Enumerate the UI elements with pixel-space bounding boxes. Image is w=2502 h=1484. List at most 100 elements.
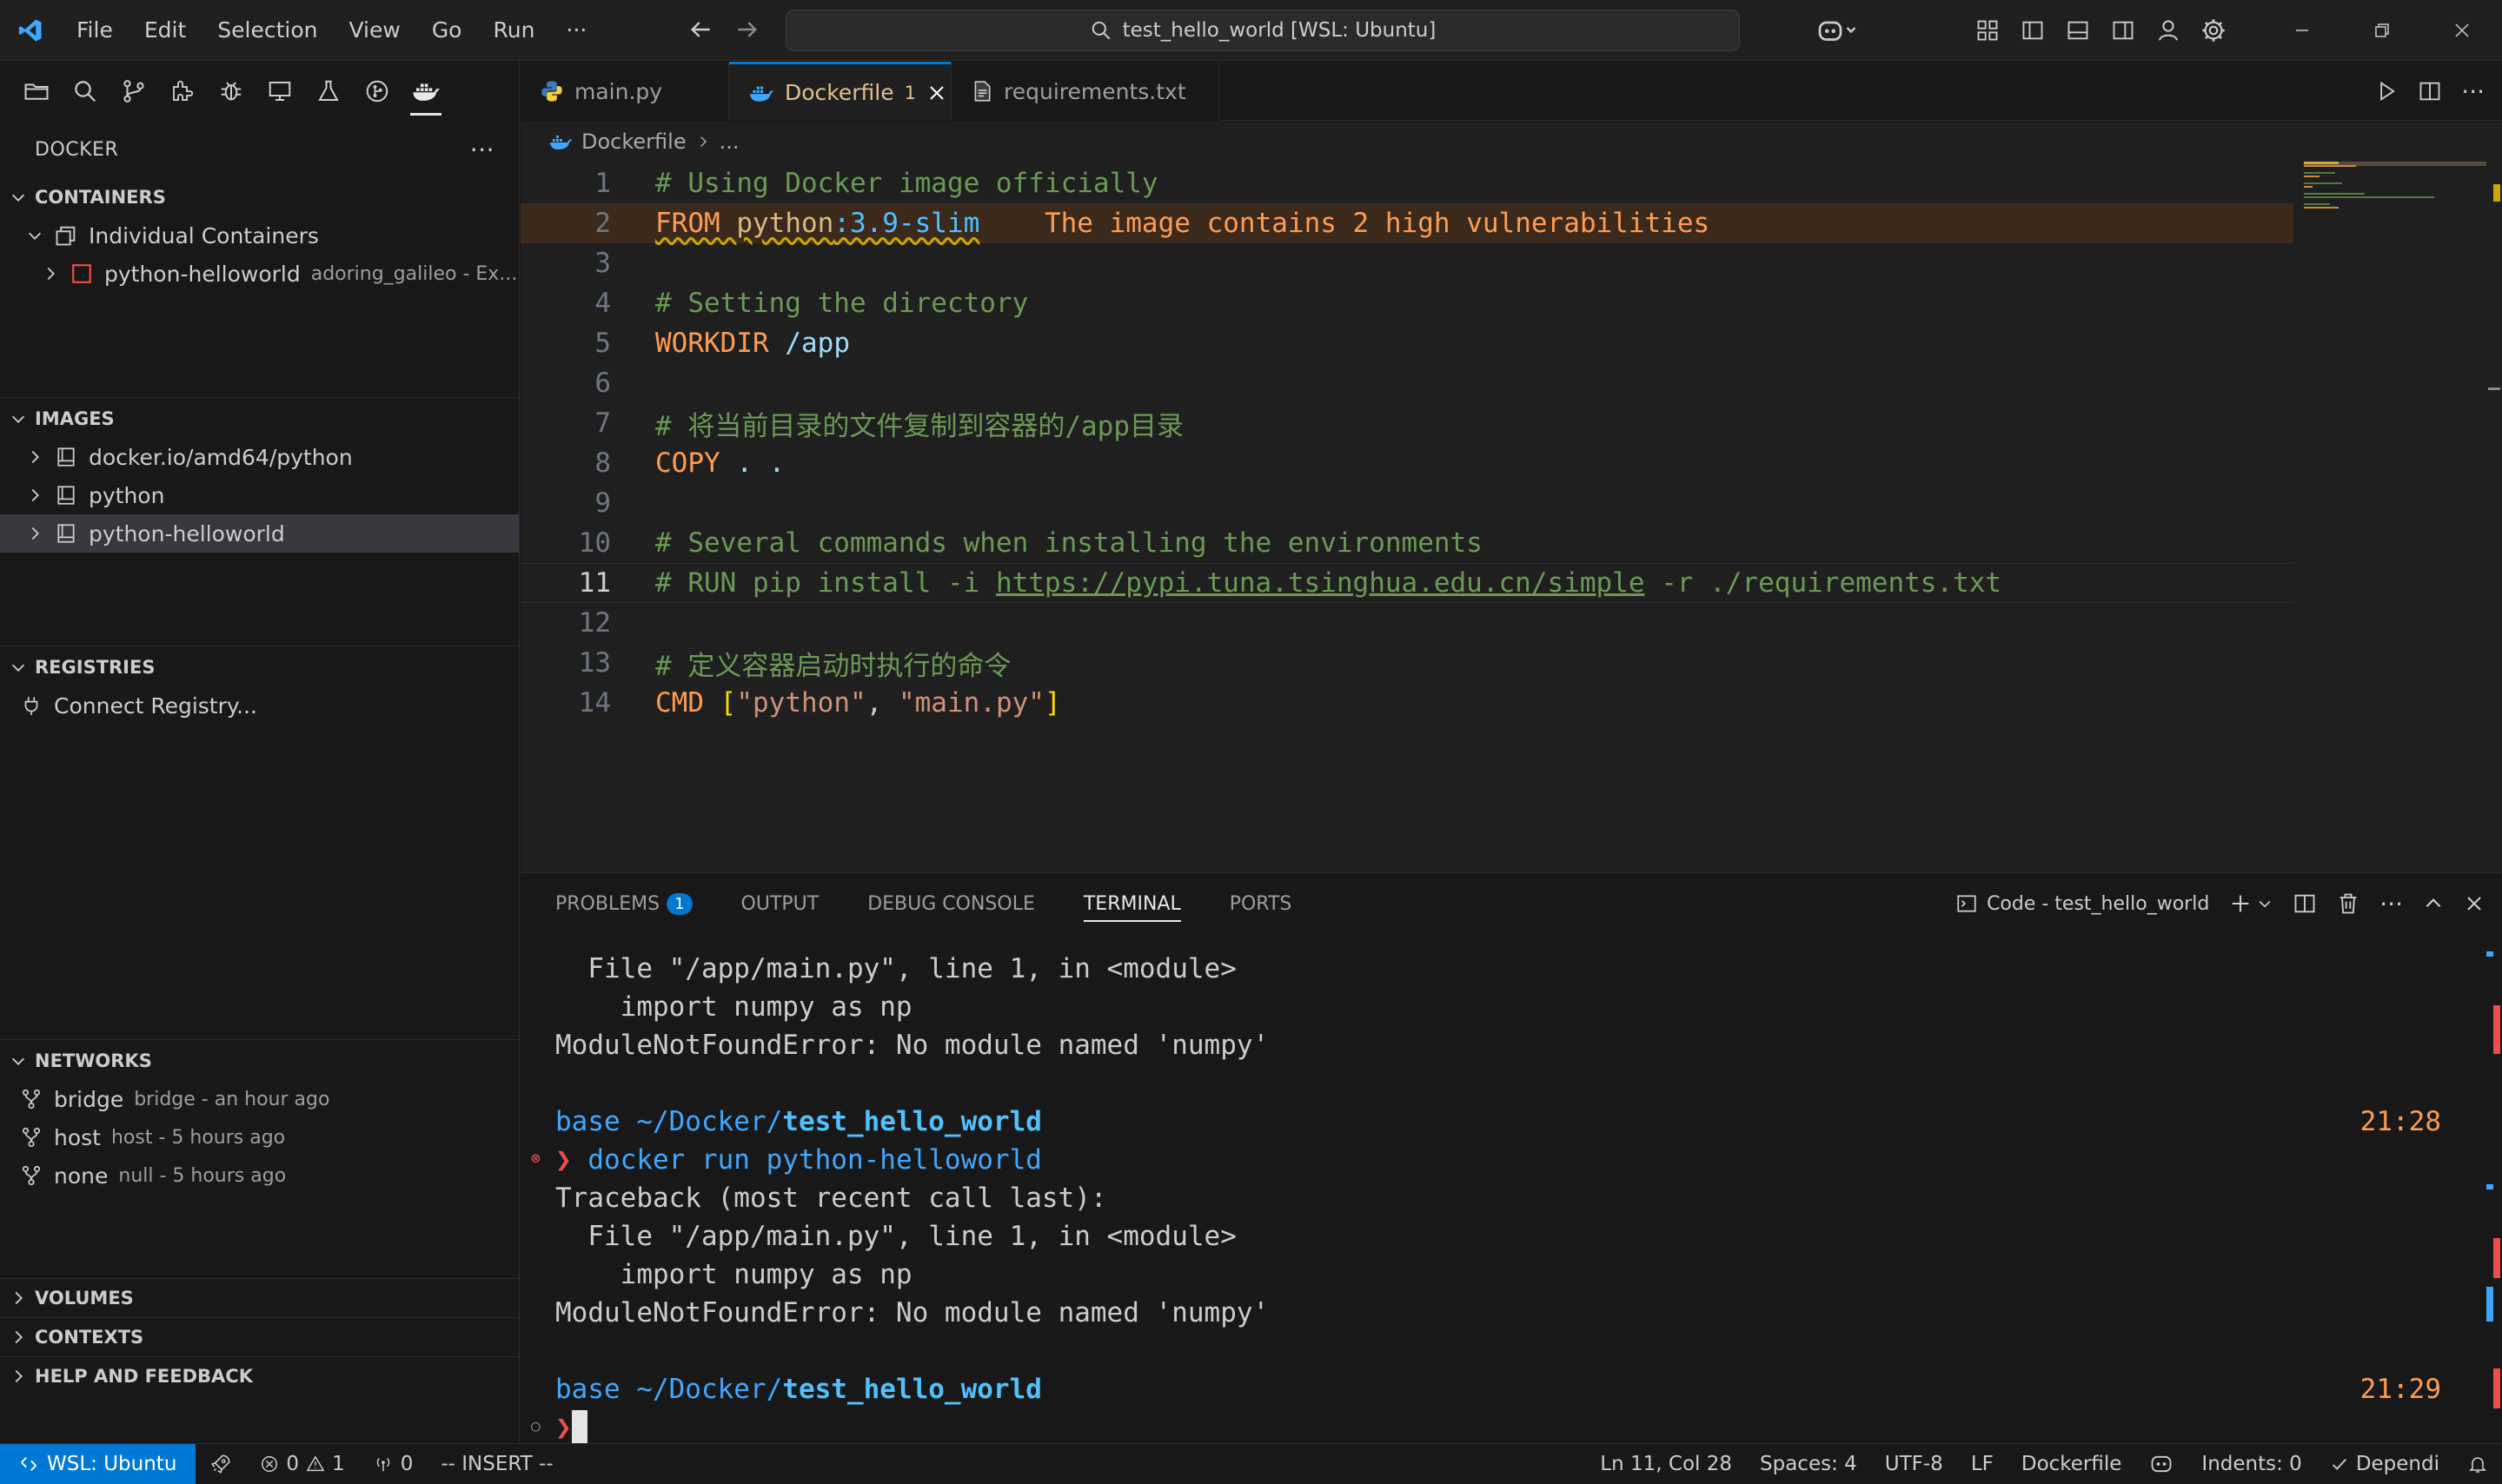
connect-registry-item[interactable]: Connect Registry...	[0, 686, 519, 725]
kill-terminal-trash-icon[interactable]	[2336, 891, 2360, 916]
panel-more-icon[interactable]: ···	[2379, 890, 2403, 918]
deploy-rocket-icon[interactable]	[196, 1453, 246, 1475]
section-networks[interactable]: NETWORKS	[0, 1042, 519, 1080]
section-volumes[interactable]: VOLUMES	[0, 1279, 519, 1317]
editor-tab-bar: main.py Dockerfile 1 requirements.txt ··…	[521, 62, 2502, 121]
tab-terminal[interactable]: TERMINAL	[1083, 873, 1181, 934]
end-of-line[interactable]: LF	[1957, 1453, 2008, 1475]
tab-dockerfile[interactable]: Dockerfile 1	[729, 62, 952, 121]
tree-group-individual-containers[interactable]: Individual Containers	[0, 216, 519, 255]
restore-icon[interactable]	[2342, 0, 2422, 61]
new-terminal-plus-icon[interactable]	[2228, 891, 2253, 916]
menu-more[interactable]: ···	[550, 0, 602, 61]
section-contexts[interactable]: CONTEXTS	[0, 1318, 519, 1356]
code-text: # 将当前目录的文件复制到容器的/app目录	[655, 410, 1184, 442]
sidebar-more-button[interactable]: ···	[470, 136, 494, 164]
run-debug-icon[interactable]	[209, 62, 254, 121]
testing-flask-icon[interactable]	[306, 62, 351, 121]
toggle-sidebar-icon[interactable]	[2010, 0, 2055, 61]
explorer-icon[interactable]	[14, 62, 59, 121]
gitlens-icon[interactable]	[355, 62, 400, 121]
split-editor-icon[interactable]	[2418, 79, 2442, 103]
maximize-panel-chevron-up-icon[interactable]	[2422, 892, 2445, 915]
tab-problems[interactable]: PROBLEMS 1	[555, 873, 693, 934]
network-name: none	[54, 1163, 109, 1189]
copilot-icon[interactable]	[1807, 0, 1869, 61]
split-terminal-icon[interactable]	[2293, 891, 2317, 916]
terminal-input-line[interactable]: ❯	[555, 1408, 587, 1447]
network-item-host[interactable]: host host - 5 hours ago	[0, 1118, 519, 1156]
image-item-docker-io-amd64-python[interactable]: docker.io/amd64/python	[0, 438, 519, 476]
terminal-dropdown-chevron-icon[interactable]	[2256, 895, 2273, 912]
toggle-panel-icon[interactable]	[2055, 0, 2100, 61]
breadcrumb-rest[interactable]: ...	[720, 129, 740, 154]
ports-status[interactable]: 0	[359, 1453, 428, 1475]
tab-ports[interactable]: PORTS	[1230, 873, 1292, 934]
close-tab-icon[interactable]	[926, 83, 947, 103]
image-label: python-helloworld	[89, 520, 285, 547]
code-text: FROM python:3.9-slim The image contains …	[655, 208, 1710, 239]
tab-debug-console[interactable]: DEBUG CONSOLE	[867, 873, 1035, 934]
menu-selection[interactable]: Selection	[202, 0, 333, 61]
source-control-icon[interactable]	[111, 62, 156, 121]
section-containers[interactable]: CONTAINERS	[0, 178, 519, 216]
terminal-name[interactable]: Code - test_hello_world	[1987, 893, 2209, 915]
language-mode[interactable]: Dockerfile	[2008, 1453, 2136, 1475]
remote-indicator[interactable]: WSL: Ubuntu	[0, 1443, 196, 1484]
scrollbar-marker	[2486, 951, 2493, 957]
network-item-bridge[interactable]: bridge bridge - an hour ago	[0, 1080, 519, 1118]
settings-gear-icon[interactable]	[2191, 0, 2236, 61]
section-images[interactable]: IMAGES	[0, 400, 519, 438]
image-label: docker.io/amd64/python	[89, 444, 353, 470]
network-name: host	[54, 1124, 101, 1150]
code-editor[interactable]: 1 # Using Docker image officially 2 FROM…	[521, 162, 2502, 872]
menu-file[interactable]: File	[61, 0, 129, 61]
tab-output[interactable]: OUTPUT	[741, 873, 820, 934]
minimap[interactable]	[2293, 162, 2493, 266]
arrow-left-icon[interactable]	[687, 16, 714, 43]
extensions-icon[interactable]	[160, 62, 205, 121]
line-number: 11	[578, 567, 611, 599]
arrow-right-icon[interactable]	[733, 16, 761, 43]
image-item-python-helloworld[interactable]: python-helloworld	[0, 514, 519, 553]
container-item-python-helloworld[interactable]: python-helloworld adoring_galileo - Ex..…	[0, 255, 519, 293]
search-icon	[1090, 19, 1112, 42]
customize-layout-icon[interactable]	[1965, 0, 2010, 61]
menu-go[interactable]: Go	[416, 0, 478, 61]
search-view-icon[interactable]	[63, 62, 108, 121]
run-play-icon[interactable]	[2374, 79, 2399, 103]
command-pending-decoration-icon[interactable]: ○	[531, 1417, 541, 1435]
scrollbar-error-marker	[2493, 1238, 2500, 1278]
problems-status[interactable]: 0 1	[246, 1453, 358, 1475]
broadcast-icon	[373, 1454, 394, 1474]
dependi-status[interactable]: Dependi	[2316, 1453, 2453, 1475]
connect-registry-label: Connect Registry...	[54, 692, 257, 719]
editor-more-icon[interactable]: ···	[2461, 77, 2485, 106]
close-panel-icon[interactable]	[2464, 893, 2485, 914]
tab-main-py[interactable]: main.py	[521, 62, 729, 121]
remote-explorer-icon[interactable]	[257, 62, 302, 121]
indents-status[interactable]: Indents: 0	[2187, 1453, 2315, 1475]
menu-edit[interactable]: Edit	[129, 0, 202, 61]
section-help-feedback[interactable]: HELP AND FEEDBACK	[0, 1357, 519, 1395]
section-registries[interactable]: REGISTRIES	[0, 648, 519, 686]
minimize-icon[interactable]	[2262, 0, 2342, 61]
notifications-bell-icon[interactable]	[2453, 1454, 2502, 1474]
warning-icon	[306, 1454, 325, 1474]
command-failed-decoration-icon[interactable]: ⊗	[531, 1149, 541, 1168]
close-window-icon[interactable]	[2422, 0, 2502, 61]
menu-run[interactable]: Run	[477, 0, 550, 61]
tab-requirements-txt[interactable]: requirements.txt	[952, 62, 1219, 121]
indentation-spaces[interactable]: Spaces: 4	[1746, 1453, 1871, 1475]
cursor-position[interactable]: Ln 11, Col 28	[1586, 1453, 1746, 1475]
menu-view[interactable]: View	[333, 0, 415, 61]
image-item-python[interactable]: python	[0, 476, 519, 514]
docker-whale-icon[interactable]	[403, 62, 448, 121]
network-item-none[interactable]: none null - 5 hours ago	[0, 1156, 519, 1195]
copilot-status-icon[interactable]	[2135, 1454, 2187, 1474]
account-icon[interactable]	[2146, 0, 2191, 61]
command-center-search[interactable]: test_hello_world [WSL: Ubuntu]	[786, 10, 1740, 51]
breadcrumb-file[interactable]: Dockerfile	[581, 129, 687, 154]
toggle-secondary-sidebar-icon[interactable]	[2100, 0, 2146, 61]
file-encoding[interactable]: UTF-8	[1871, 1453, 1957, 1475]
